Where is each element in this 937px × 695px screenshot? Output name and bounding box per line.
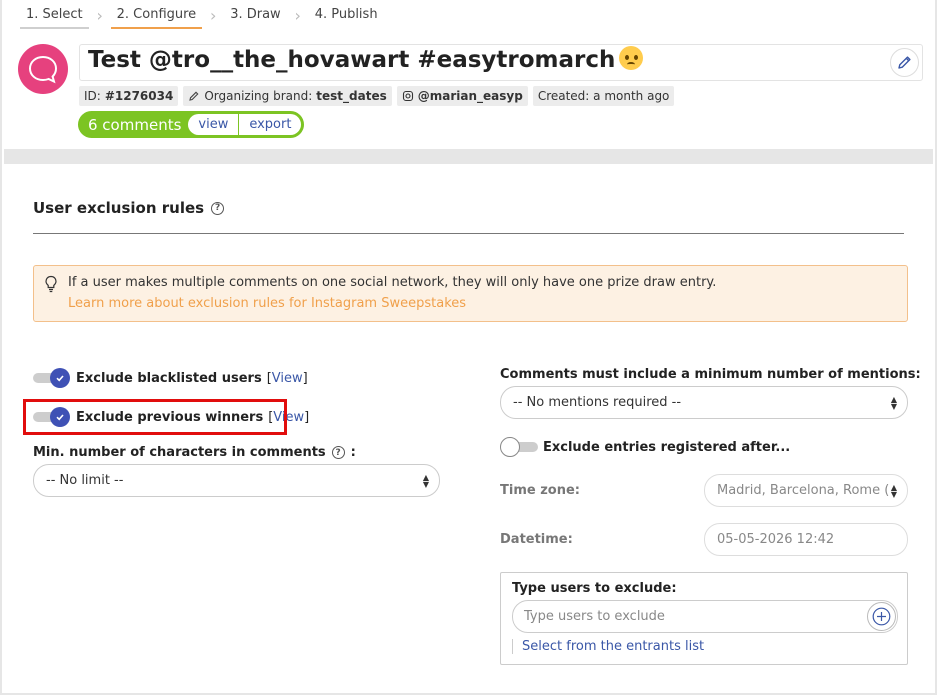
step-publish[interactable]: 4. Publish [309, 2, 384, 29]
exclude-after-toggle[interactable] [500, 437, 538, 457]
toggle-knob [50, 368, 70, 388]
mentions-label: Comments must include a minimum number o… [500, 367, 921, 382]
section-divider-band [4, 149, 933, 164]
check-icon [56, 375, 64, 382]
instagram-icon [402, 90, 413, 102]
lightbulb-icon [45, 275, 57, 293]
avatar [18, 44, 68, 94]
exclude-users-input[interactable]: Type users to exclude [512, 600, 898, 633]
step-draw[interactable]: 3. Draw [224, 2, 287, 29]
help-icon[interactable]: ? [331, 446, 345, 459]
plus-circle-icon [872, 607, 891, 626]
id-badge: ID: #1276034 [79, 86, 179, 106]
chevron-right-icon: › [209, 5, 217, 25]
chevron-right-icon: › [294, 5, 301, 25]
datetime-label: Datetime: [500, 532, 573, 547]
exclude-blacklisted-label: Exclude blacklisted users [76, 370, 262, 386]
select-arrows-icon: ▲ ▼ [890, 395, 897, 411]
comments-actions: view export [188, 114, 302, 135]
account-name: @marian_easyp [417, 89, 523, 103]
select-entrants-link[interactable]: Select from the entrants list [512, 639, 704, 654]
step-configure[interactable]: 2. Configure [110, 2, 203, 29]
min-chars-colon: : [350, 445, 356, 460]
title-field[interactable]: Test @tro__the_hovawart #easytromarch [79, 44, 923, 81]
chat-bubble-icon [28, 55, 58, 84]
exclude-users-placeholder: Type users to exclude [524, 609, 665, 624]
exclude-blacklisted-toggle[interactable] [33, 368, 70, 388]
chevron-right-icon: › [96, 5, 103, 25]
view-comments-link[interactable]: view [188, 117, 238, 132]
pencil-icon [898, 56, 911, 69]
exclude-after-row: Exclude entries registered after... [500, 437, 790, 457]
select-arrows-icon: ▲ ▼ [422, 473, 429, 489]
edit-title-button[interactable] [890, 48, 919, 77]
pencil-icon [189, 91, 199, 101]
meta-tags: ID: #1276034 Organizing brand: test_dates … [79, 86, 675, 106]
steps-nav: 1. Select › 2. Configure › 3. Draw › 4. … [20, 0, 384, 30]
exclude-after-label: Exclude entries registered after... [543, 439, 791, 455]
timezone-select[interactable]: Madrid, Barcelona, Rome ( ▲ ▼ [704, 474, 908, 507]
created-badge: Created: a month ago [532, 86, 675, 106]
highlight-box [23, 399, 287, 435]
datetime-input[interactable]: 05-05-2026 12:42 [704, 523, 908, 556]
mentions-value: -- No mentions required -- [513, 395, 682, 410]
exclude-users-panel: Type users to exclude: Type users to exc… [500, 572, 908, 665]
brand-value: test_dates [316, 89, 387, 103]
section-title-text: User exclusion rules [33, 199, 205, 217]
section-title: User exclusion rules ? [33, 199, 225, 217]
section-rule [33, 233, 904, 234]
export-comments-link[interactable]: export [239, 117, 301, 132]
view-blacklist-link[interactable]: [View] [267, 371, 308, 386]
min-chars-label: Min. number of characters in comments ? … [33, 445, 356, 460]
blacklist-row: Exclude blacklisted users [View] [33, 368, 308, 388]
info-alert: If a user makes multiple comments on one… [33, 265, 908, 322]
account-badge: @marian_easyp [396, 86, 528, 106]
comments-pill: 6 comments view export [78, 111, 305, 138]
help-icon[interactable]: ? [211, 201, 225, 215]
step-select[interactable]: 1. Select [20, 2, 89, 29]
view-blacklist-text: View [271, 370, 303, 386]
page-title-text: Test @tro__the_hovawart #easytromarch [88, 47, 616, 73]
toggle-knob [500, 437, 520, 457]
mentions-select[interactable]: -- No mentions required -- ▲ ▼ [500, 386, 908, 419]
min-chars-select[interactable]: -- No limit -- ▲ ▼ [33, 464, 440, 497]
page-title: Test @tro__the_hovawart #easytromarch [88, 46, 644, 73]
timezone-value: Madrid, Barcelona, Rome ( [717, 483, 890, 498]
datetime-value: 05-05-2026 12:42 [717, 532, 835, 547]
pleading-face-emoji-icon [619, 46, 644, 70]
id-value: #1276034 [104, 89, 174, 103]
exclude-users-title: Type users to exclude: [512, 581, 677, 596]
brand-badge: Organizing brand: test_dates [183, 86, 392, 106]
id-label: ID: [84, 89, 101, 103]
select-arrows-icon: ▲ ▼ [890, 483, 897, 499]
info-text: If a user makes multiple comments on one… [68, 275, 717, 290]
add-user-button[interactable] [867, 602, 896, 631]
min-chars-value: -- No limit -- [46, 473, 124, 488]
app-frame: 1. Select › 2. Configure › 3. Draw › 4. … [0, 0, 937, 695]
brand-label: Organizing brand: [204, 89, 313, 103]
learn-more-link[interactable]: Learn more about exclusion rules for Ins… [68, 296, 466, 311]
comments-count: 6 comments [88, 115, 182, 134]
timezone-label: Time zone: [500, 483, 580, 498]
min-chars-label-text: Min. number of characters in comments [33, 445, 326, 460]
